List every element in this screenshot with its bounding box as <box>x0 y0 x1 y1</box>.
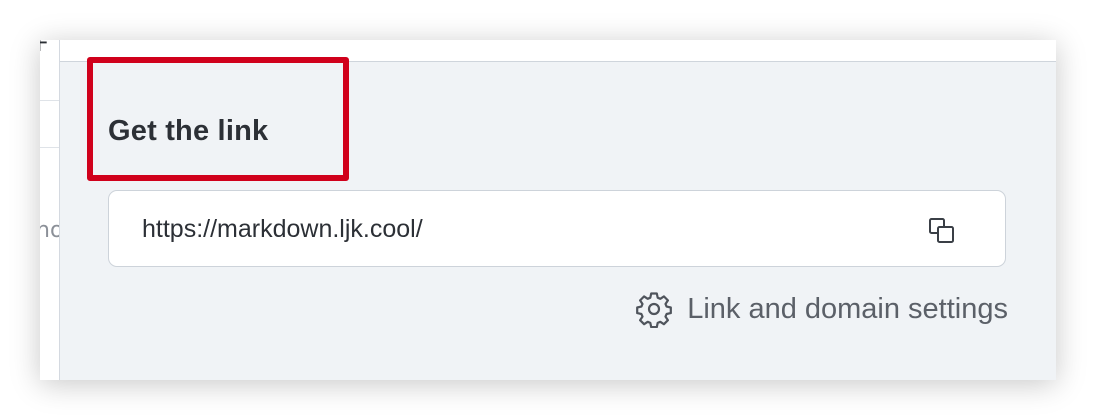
background-page-strip: F no <box>40 40 60 380</box>
annotation-highlight-box <box>87 57 349 181</box>
settings-link-label[interactable]: Link and domain settings <box>687 293 1008 326</box>
background-text-fragment: no <box>40 218 59 243</box>
background-divider <box>40 100 59 101</box>
background-text-fragment: F <box>40 40 49 57</box>
link-and-domain-settings-link[interactable]: Link and domain settings <box>635 290 1008 328</box>
background-divider <box>40 147 59 148</box>
stage: F no Get the link https://markdown.ljk.c… <box>0 0 1096 420</box>
share-link-url[interactable]: https://markdown.ljk.cool/ <box>142 215 423 244</box>
share-link-field[interactable]: https://markdown.ljk.cool/ <box>108 190 1006 267</box>
copy-icon[interactable] <box>927 216 957 246</box>
gear-icon <box>636 292 673 328</box>
